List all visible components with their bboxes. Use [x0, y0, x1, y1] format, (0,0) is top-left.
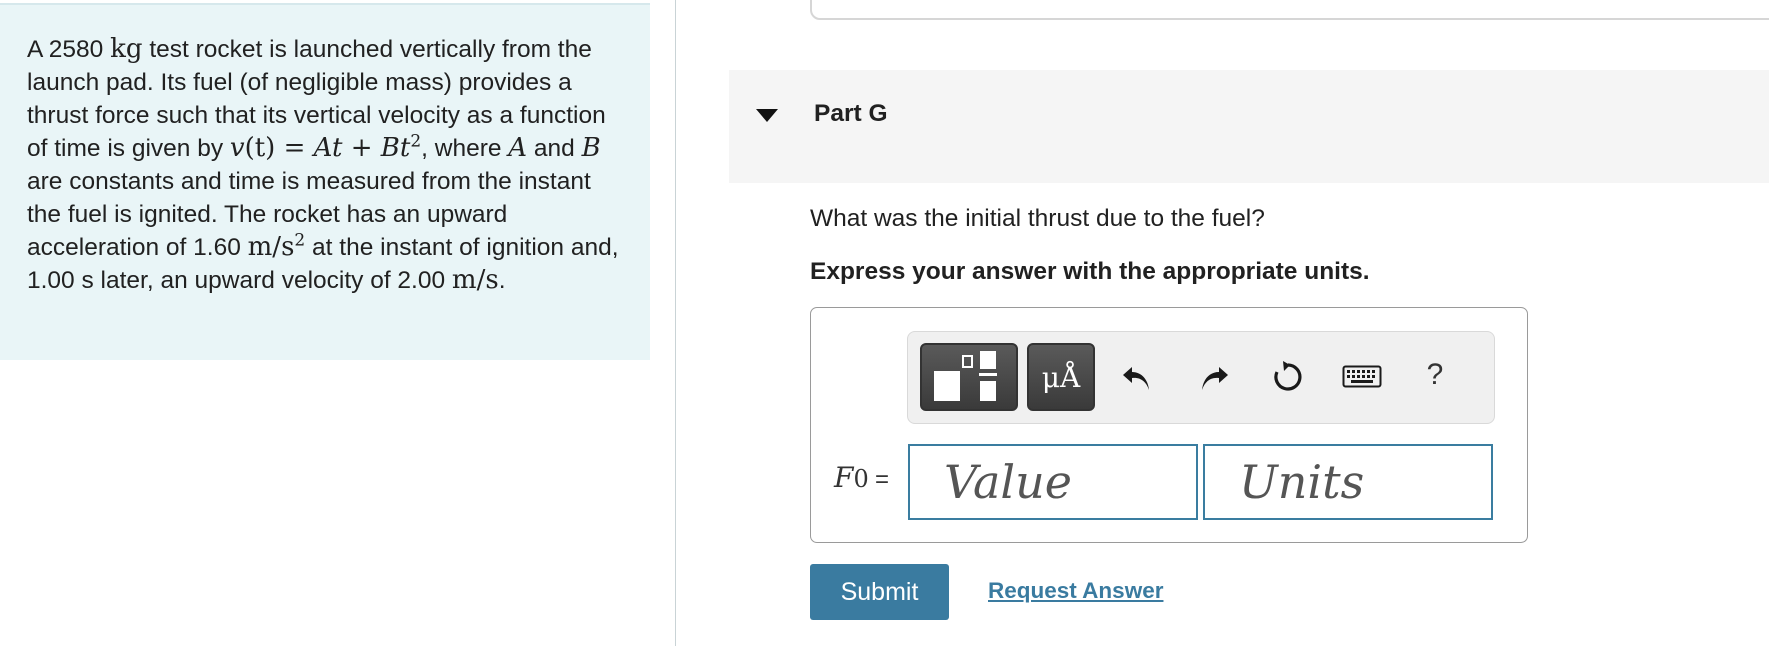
units-button[interactable]: μÅ: [1027, 343, 1095, 411]
question-text: What was the initial thrust due to the f…: [810, 205, 1265, 232]
redo-icon[interactable]: [1194, 357, 1234, 397]
instruction-text: Express your answer with the appropriate…: [810, 258, 1370, 285]
problem-text: A 2580 kg test rocket is launched vertic…: [27, 34, 619, 295]
undo-icon[interactable]: [1117, 357, 1157, 397]
template-square: [934, 371, 960, 401]
math-unit-velocity: m/s: [451, 265, 499, 295]
value-input[interactable]: [908, 444, 1198, 520]
help-icon[interactable]: ?: [1415, 355, 1455, 395]
problem-statement-panel: A 2580 kg test rocket is launched vertic…: [0, 3, 650, 360]
request-answer-link[interactable]: Request Answer: [988, 578, 1163, 604]
variable-label: F0: [834, 461, 869, 494]
submit-button[interactable]: Submit: [810, 564, 949, 620]
panel-divider: [675, 0, 676, 646]
keyboard-icon[interactable]: [1340, 357, 1384, 397]
template-small-square: [962, 355, 973, 368]
units-input[interactable]: [1203, 444, 1493, 520]
template-fraction-bar: [979, 373, 997, 376]
collapse-caret-icon[interactable]: [756, 109, 778, 122]
velocity-equation: v(t) = At + Bt2: [229, 131, 422, 163]
template-denominator: [980, 381, 996, 401]
template-numerator: [980, 351, 996, 369]
templates-icon[interactable]: [920, 343, 1018, 411]
reset-icon[interactable]: [1268, 357, 1308, 397]
previous-part-card: [810, 0, 1769, 20]
math-unit-kg: kg: [110, 34, 143, 64]
part-title: Part G: [814, 100, 888, 127]
math-unit-acceleration: m/s2: [247, 230, 306, 262]
page: A 2580 kg test rocket is launched vertic…: [0, 0, 1769, 646]
equals-sign: =: [875, 466, 890, 493]
units-icon: μÅ: [1041, 360, 1081, 394]
